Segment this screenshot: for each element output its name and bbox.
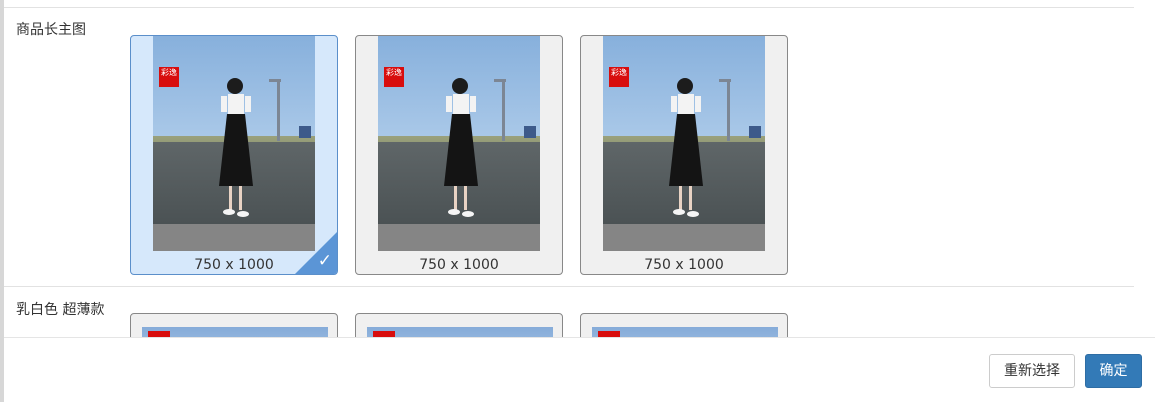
- confirm-button[interactable]: 确定: [1085, 354, 1142, 388]
- dialog-footer: 重新选择 确定: [4, 337, 1155, 403]
- divider-mid: [4, 286, 1134, 287]
- model-figure: [444, 78, 478, 217]
- image-dimensions: 750 x 1000: [419, 257, 499, 273]
- model-figure: [669, 78, 703, 217]
- brand-logo: 彩逸: [384, 67, 404, 87]
- image-option-1[interactable]: 彩逸 750 x 1000 ✓: [130, 35, 338, 275]
- model-figure: [219, 78, 253, 217]
- image-option-3[interactable]: 彩逸 750 x 1000: [580, 35, 788, 275]
- product-photo-thumbnail: 彩逸: [378, 36, 540, 251]
- image-option-2[interactable]: 彩逸 750 x 1000: [355, 35, 563, 275]
- checkmark-icon: ✓: [317, 251, 332, 271]
- brand-logo: 彩逸: [159, 67, 179, 87]
- divider-top: [4, 7, 1134, 8]
- brand-logo: 彩逸: [609, 67, 629, 87]
- section-label-main-images: 商品长主图: [16, 22, 86, 38]
- product-photo-thumbnail: 彩逸: [603, 36, 765, 251]
- product-photo-thumbnail: 彩逸: [153, 36, 315, 251]
- reset-selection-button[interactable]: 重新选择: [989, 354, 1075, 388]
- section-label-variant: 乳白色 超薄款: [16, 302, 105, 318]
- image-dimensions: 750 x 1000: [644, 257, 724, 273]
